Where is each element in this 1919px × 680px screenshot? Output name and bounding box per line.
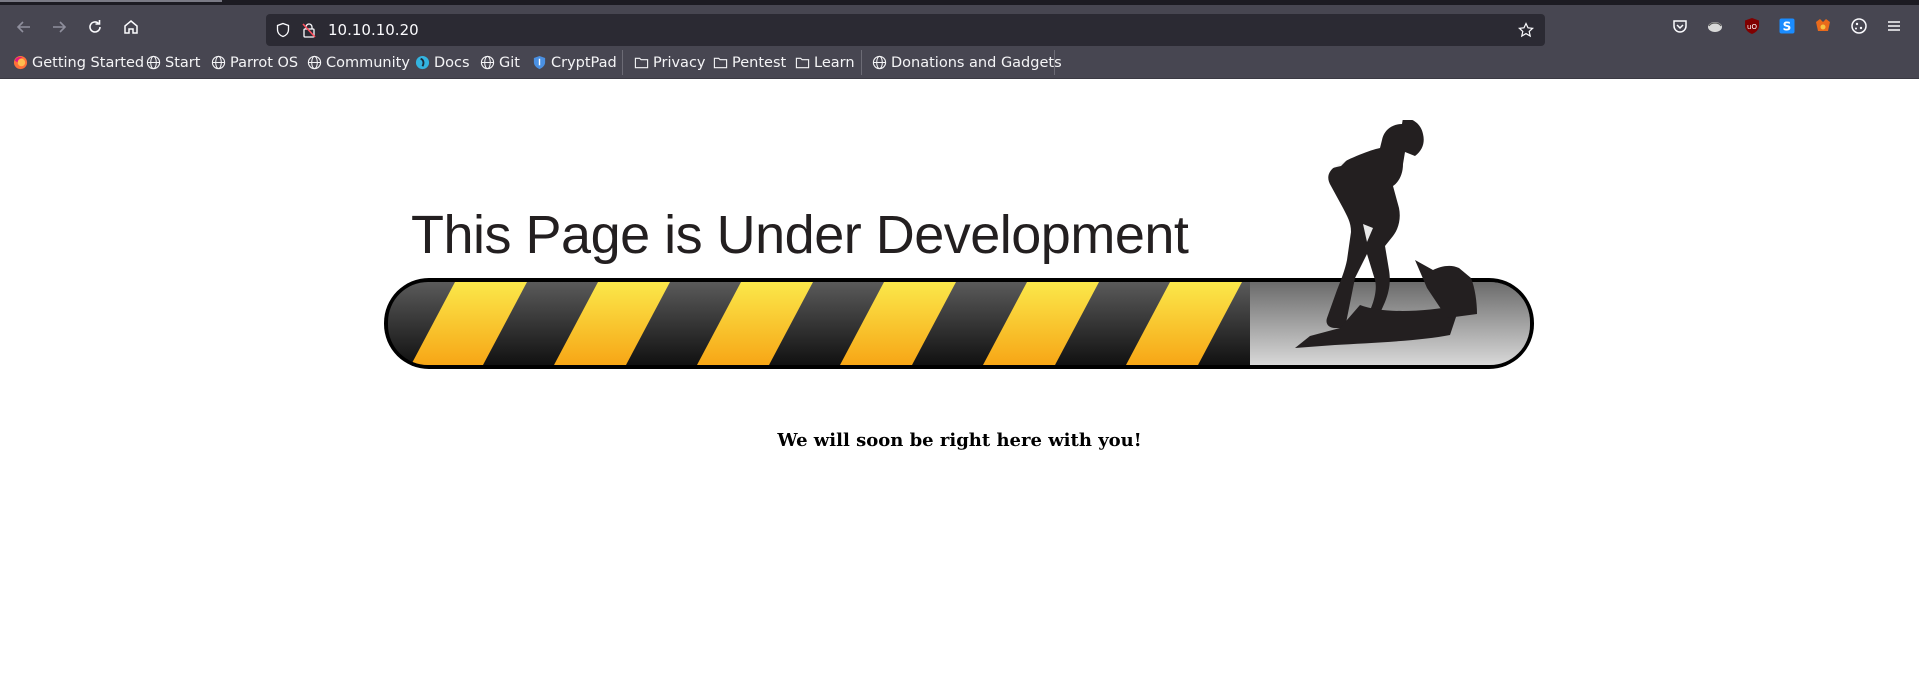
url-bar[interactable]: 10.10.10.20 — [266, 14, 1545, 46]
svg-text:S: S — [1783, 20, 1792, 34]
globe-icon — [306, 55, 322, 71]
arrow-left-icon — [16, 21, 30, 33]
extension-icon[interactable] — [1705, 16, 1725, 36]
menu-icon[interactable] — [1884, 16, 1904, 36]
bookmark-docs[interactable]: Docs — [414, 52, 470, 73]
active-tab-indicator[interactable] — [0, 0, 222, 2]
folder-icon — [633, 55, 649, 71]
bookmark-separator — [1054, 50, 1055, 75]
bookmark-label: Privacy — [653, 54, 706, 71]
bookmark-separator — [861, 50, 862, 75]
home-icon — [124, 20, 138, 34]
bookmark-folder-privacy[interactable]: Privacy — [633, 52, 706, 73]
reload-button[interactable] — [82, 14, 108, 40]
bookmark-parrot-os[interactable]: Parrot OS — [210, 52, 298, 73]
globe-icon — [210, 55, 226, 71]
page-title: This Page is Under Development — [411, 205, 1189, 265]
home-button[interactable] — [118, 14, 144, 40]
pocket-icon[interactable] — [1670, 16, 1690, 36]
ublock-origin-icon[interactable]: uO — [1742, 16, 1762, 36]
firefox-icon — [12, 55, 28, 71]
shield-icon — [531, 55, 547, 71]
folder-icon — [712, 55, 728, 71]
bookmark-label: Donations and Gadgets — [891, 54, 1062, 71]
bookmark-folder-pentest[interactable]: Pentest — [712, 52, 786, 73]
svg-text:uO: uO — [1747, 23, 1757, 31]
globe-icon — [145, 55, 161, 71]
url-text[interactable]: 10.10.10.20 — [328, 21, 419, 39]
globe-icon — [479, 55, 495, 71]
reload-icon — [89, 20, 101, 33]
shield-icon[interactable] — [274, 21, 292, 39]
globe-icon — [871, 55, 887, 71]
bookmark-folder-learn[interactable]: Learn — [794, 52, 855, 73]
browser-toolbar: 10.10.10.20 uO S — [0, 5, 1919, 47]
bookmark-donations-and-gadgets[interactable]: Donations and Gadgets — [871, 52, 1062, 73]
bookmark-label: Git — [499, 54, 520, 71]
coming-soon-message: We will soon be right here with you! — [777, 430, 1142, 451]
arrow-right-icon — [53, 21, 67, 33]
bookmark-cryptpad[interactable]: CryptPad — [531, 52, 617, 73]
bookmark-git[interactable]: Git — [479, 52, 520, 73]
bookmark-label: Getting Started — [32, 54, 145, 71]
bookmark-label: Community — [326, 54, 410, 71]
docs-icon — [414, 55, 430, 71]
bookmark-label: Pentest — [732, 54, 787, 71]
foxyproxy-icon[interactable] — [1813, 16, 1833, 36]
cookie-icon[interactable] — [1849, 16, 1869, 36]
s-extension-icon[interactable]: S — [1777, 16, 1797, 36]
bookmark-label: Parrot OS — [230, 54, 299, 71]
insecure-lock-icon[interactable] — [300, 21, 318, 39]
back-button[interactable] — [11, 14, 37, 40]
bookmark-start[interactable]: Start — [145, 52, 200, 73]
bookmark-label: Start — [165, 54, 201, 71]
forward-button[interactable] — [46, 14, 72, 40]
bookmark-label: CryptPad — [551, 54, 617, 71]
bookmark-getting-started[interactable]: Getting Started — [12, 52, 144, 73]
bookmark-star-icon[interactable] — [1517, 21, 1535, 39]
bookmark-label: Docs — [434, 54, 470, 71]
bookmark-community[interactable]: Community — [306, 52, 410, 73]
bookmark-separator — [622, 50, 623, 75]
folder-icon — [794, 55, 810, 71]
bookmark-label: Learn — [814, 54, 855, 71]
construction-worker-icon — [1295, 120, 1477, 348]
